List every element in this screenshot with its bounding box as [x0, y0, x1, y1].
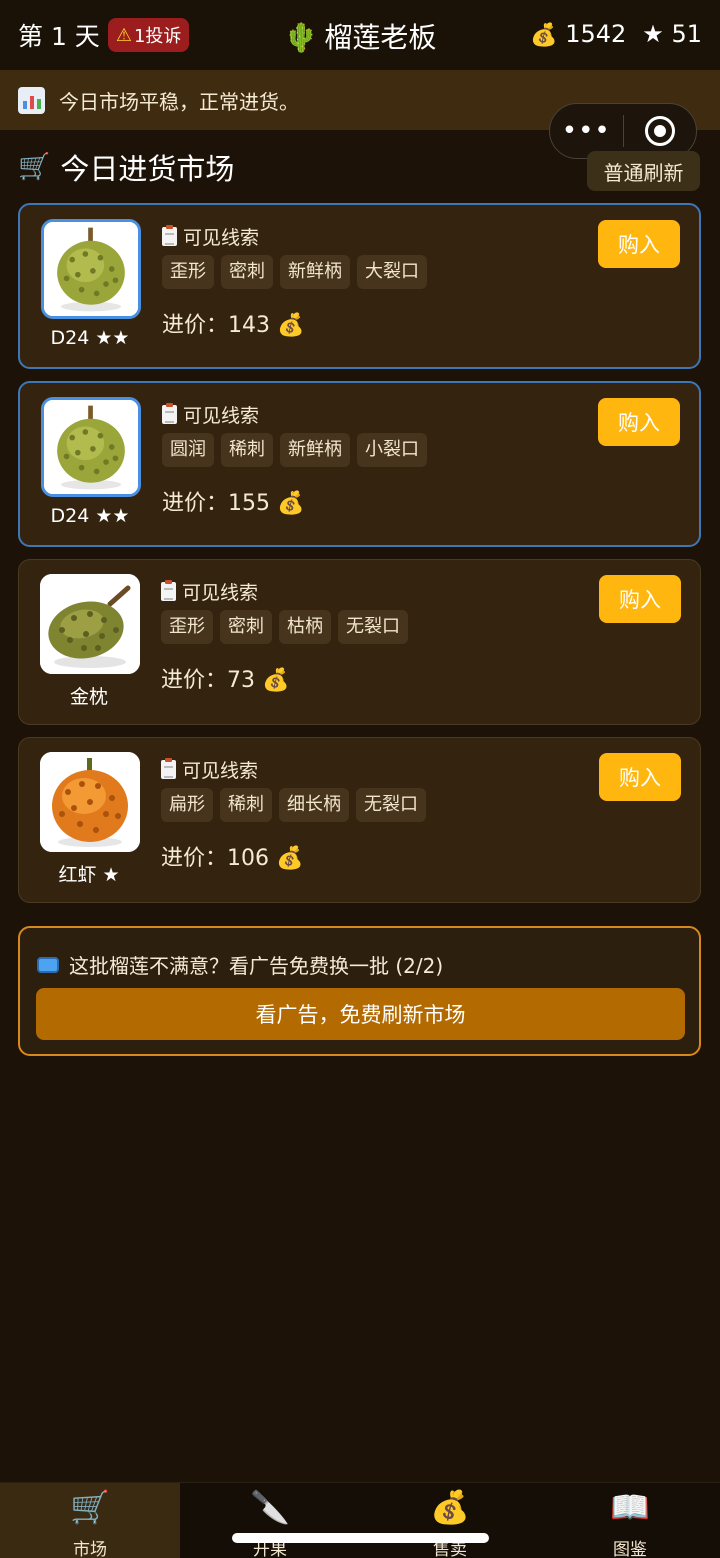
purchase-price: 进价：73 💰 [161, 668, 290, 693]
coins-stat: 💰 1542 [530, 20, 626, 48]
durian-name: D24 ★★ [50, 505, 130, 527]
buy-button[interactable]: 购入 [599, 575, 681, 623]
complaint-count: 1投诉 [133, 26, 182, 47]
stars-value: 51 [671, 20, 702, 48]
durian-name: 金枕 [69, 686, 108, 708]
clue-header: 可见线索 [161, 756, 258, 783]
coins-value: 1542 [565, 20, 627, 48]
clue-tag: 扁形 [161, 788, 213, 822]
durian-card[interactable]: D24 ★★ 可见线索 圆润 稀刺 新鲜柄 小裂口 进价：155 💰 购入 [18, 381, 701, 547]
money-bag-icon: 💰 [530, 23, 558, 48]
buy-button[interactable]: 购入 [599, 753, 681, 801]
clue-tag: 歪形 [161, 610, 213, 644]
tab-market[interactable]: 🛒 市场 [0, 1483, 180, 1558]
cart-icon: 🛒 [18, 152, 51, 182]
buy-button[interactable]: 购入 [598, 220, 680, 268]
stats: 💰 1542 ★ 51 [530, 20, 702, 48]
clue-title: 可见线索 [182, 760, 259, 782]
market-title: 🛒 今日进货市场 [18, 146, 234, 188]
market-title-text: 今日进货市场 [60, 152, 235, 186]
money-bag-icon: 💰 [430, 1488, 470, 1526]
clue-tag: 稀刺 [220, 788, 272, 822]
clipboard-icon [162, 403, 177, 424]
clue-tag: 新鲜柄 [280, 433, 350, 467]
clue-tags: 歪形 密刺 新鲜柄 大裂口 [162, 255, 427, 289]
clue-title: 可见线索 [182, 582, 259, 604]
clue-header: 可见线索 [162, 401, 259, 428]
clipboard-icon [161, 758, 176, 779]
clue-tag: 无裂口 [356, 788, 426, 822]
durian-image [41, 219, 141, 319]
warning-icon: ⚠ [115, 24, 132, 46]
clue-tag: 密刺 [221, 255, 273, 289]
ad-refresh-panel: 这批榴莲不满意？看广告免费换一批 (2/2) 看广告，免费刷新市场 [18, 926, 701, 1056]
durian-image [41, 397, 141, 497]
book-icon: 📖 [610, 1488, 650, 1526]
ad-prompt-text: 这批榴莲不满意？看广告免费换一批 (2/2) [69, 954, 444, 978]
stars-stat: ★ 51 [642, 20, 702, 48]
clue-header: 可见线索 [161, 578, 258, 605]
tab-open-fruit[interactable]: 🔪 开果 [180, 1483, 360, 1558]
durian-name: 红虾 ★ [58, 864, 120, 886]
knife-icon: 🔪 [250, 1488, 290, 1526]
clue-tags: 扁形 稀刺 细长柄 无裂口 [161, 788, 426, 822]
complaint-badge[interactable]: ⚠ 1投诉 [107, 18, 190, 52]
clue-tag: 小裂口 [357, 433, 427, 467]
bar-chart-icon [18, 86, 45, 114]
day-counter: 第 1 天 [18, 22, 100, 51]
ad-prompt: 这批榴莲不满意？看广告免费换一批 (2/2) [37, 950, 443, 979]
watch-ad-refresh-button[interactable]: 看广告，免费刷新市场 [36, 988, 685, 1040]
bottom-tab-bar: 🛒 市场 🔪 开果 💰 售卖 📖 图鉴 [0, 1482, 720, 1558]
normal-refresh-button[interactable]: 普通刷新 [587, 151, 700, 191]
buy-button[interactable]: 购入 [598, 398, 680, 446]
clue-tag: 稀刺 [221, 433, 273, 467]
clue-header: 可见线索 [162, 223, 259, 250]
durian-image [40, 752, 140, 852]
clipboard-icon [161, 580, 176, 601]
clue-tag: 圆润 [162, 433, 214, 467]
tab-sell[interactable]: 💰 售卖 [360, 1483, 540, 1558]
clue-tag: 细长柄 [279, 788, 349, 822]
more-options-icon[interactable]: ••• [550, 116, 623, 146]
clue-title: 可见线索 [183, 227, 260, 249]
durian-card[interactable]: D24 ★★ 可见线索 歪形 密刺 新鲜柄 大裂口 进价：143 💰 购入 [18, 203, 701, 369]
durian-image [40, 574, 140, 674]
clue-tag: 大裂口 [357, 255, 427, 289]
clue-tag: 密刺 [220, 610, 272, 644]
clue-tag: 歪形 [162, 255, 214, 289]
clue-title: 可见线索 [183, 405, 260, 427]
tv-icon [37, 956, 59, 973]
tab-label: 市场 [73, 1540, 107, 1558]
close-miniprogram-icon[interactable] [624, 116, 697, 146]
clue-tag: 新鲜柄 [280, 255, 350, 289]
home-indicator [232, 1533, 489, 1543]
durian-card[interactable]: 红虾 ★ 可见线索 扁形 稀刺 细长柄 无裂口 进价：106 💰 购入 [18, 737, 701, 903]
durian-name: D24 ★★ [50, 327, 130, 349]
notice-text: 今日市场平稳，正常进货。 [59, 89, 299, 114]
star-icon: ★ [642, 20, 664, 48]
tab-catalog[interactable]: 📖 图鉴 [540, 1483, 720, 1558]
clue-tag: 无裂口 [338, 610, 408, 644]
cart-icon: 🛒 [70, 1488, 110, 1526]
clipboard-icon [162, 225, 177, 246]
purchase-price: 进价：155 💰 [162, 491, 305, 516]
clue-tag: 枯柄 [279, 610, 331, 644]
purchase-price: 进价：106 💰 [161, 846, 304, 871]
tab-label: 图鉴 [613, 1540, 647, 1558]
durian-card[interactable]: 金枕 可见线索 歪形 密刺 枯柄 无裂口 进价：73 💰 购入 [18, 559, 701, 725]
clue-tags: 歪形 密刺 枯柄 无裂口 [161, 610, 408, 644]
clue-tags: 圆润 稀刺 新鲜柄 小裂口 [162, 433, 427, 467]
purchase-price: 进价：143 💰 [162, 313, 305, 338]
